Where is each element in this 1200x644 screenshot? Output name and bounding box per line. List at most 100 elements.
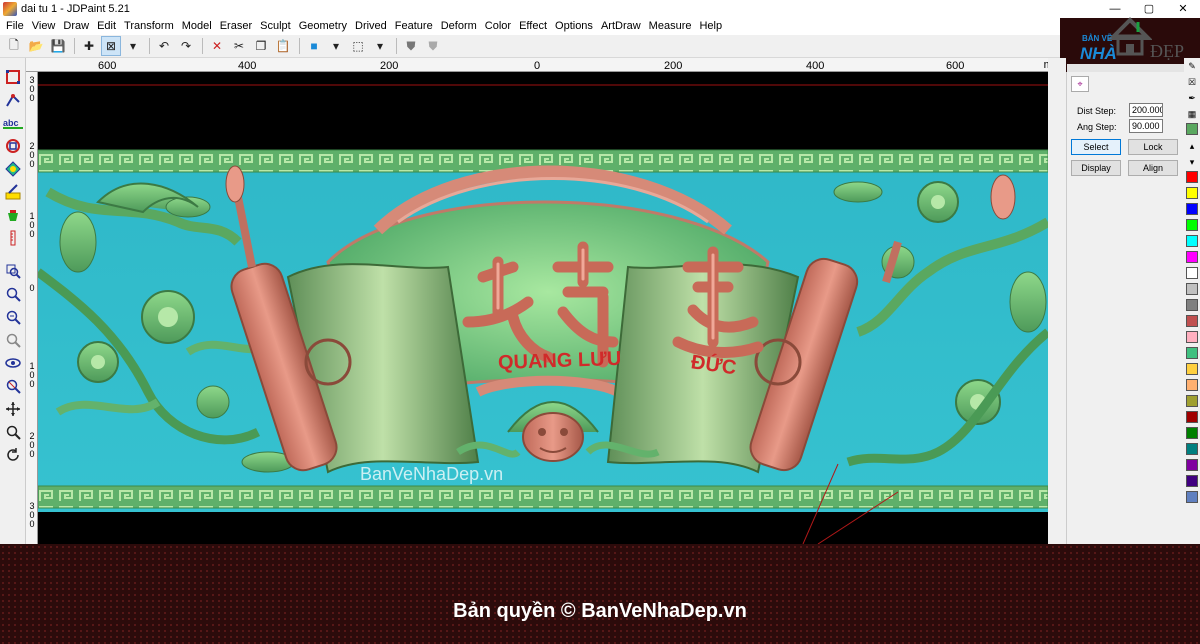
menu-view[interactable]: View xyxy=(29,18,61,35)
menu-drived[interactable]: Drived xyxy=(352,18,392,35)
app-icon xyxy=(3,2,17,16)
zoom-in-icon[interactable] xyxy=(2,283,24,305)
open-folder-icon[interactable]: 📂 xyxy=(26,36,46,56)
dropdown-arrow-icon[interactable]: ▾ xyxy=(370,36,390,56)
color-swatch[interactable] xyxy=(1186,459,1198,471)
zoom-out-icon[interactable] xyxy=(2,306,24,328)
zoom-window-icon[interactable] xyxy=(2,260,24,282)
eyedropper-icon[interactable]: ✒ xyxy=(1185,91,1199,105)
shield-gray-icon[interactable]: ⛊ xyxy=(423,36,443,56)
panel-tab-icon[interactable]: ⌖ xyxy=(1071,76,1089,92)
menu-model[interactable]: Model xyxy=(179,18,217,35)
color-swatch[interactable] xyxy=(1186,331,1198,343)
color-swatch[interactable] xyxy=(1186,379,1198,391)
color-swatch[interactable] xyxy=(1186,219,1198,231)
paint-brush-icon[interactable] xyxy=(2,181,24,203)
color-swatch[interactable] xyxy=(1186,475,1198,487)
pan-icon[interactable] xyxy=(2,398,24,420)
menu-sculpt[interactable]: Sculpt xyxy=(257,18,296,35)
bucket-fill-icon[interactable] xyxy=(2,204,24,226)
color-swatch[interactable] xyxy=(1186,235,1198,247)
menu-options[interactable]: Options xyxy=(552,18,598,35)
menu-draw[interactable]: Draw xyxy=(60,18,94,35)
ruler-tick-label: 400 xyxy=(238,60,257,72)
dropdown-arrow-icon[interactable]: ▾ xyxy=(326,36,346,56)
view-cube-icon[interactable]: ■ xyxy=(304,36,324,56)
ruler-tool-icon[interactable] xyxy=(2,227,24,249)
color-swatch[interactable] xyxy=(1186,299,1198,311)
select-box-icon[interactable]: ⊠ xyxy=(101,36,121,56)
text-tool-icon[interactable]: abc xyxy=(2,112,24,134)
menu-geometry[interactable]: Geometry xyxy=(296,18,352,35)
menu-measure[interactable]: Measure xyxy=(646,18,697,35)
ang-step-input[interactable]: 90.000 xyxy=(1129,119,1163,133)
dist-step-input[interactable]: 200.000 xyxy=(1129,103,1163,117)
toolbar-separator xyxy=(202,38,203,54)
menu-artdraw[interactable]: ArtDraw xyxy=(598,18,646,35)
shield-icon[interactable]: ⛊ xyxy=(401,36,421,56)
color-swatch[interactable] xyxy=(1186,411,1198,423)
current-color-swatch[interactable] xyxy=(1186,123,1198,135)
redo-icon[interactable]: ↷ xyxy=(176,36,196,56)
zoom-fit-icon[interactable] xyxy=(2,329,24,351)
menu-deform[interactable]: Deform xyxy=(438,18,482,35)
menu-edit[interactable]: Edit xyxy=(94,18,121,35)
color-swatch[interactable] xyxy=(1186,267,1198,279)
shape-color-icon[interactable] xyxy=(2,158,24,180)
toolbar-separator xyxy=(299,38,300,54)
delete-icon[interactable]: ✕ xyxy=(207,36,227,56)
color-swatch[interactable] xyxy=(1186,347,1198,359)
ruler-tick-label: 200 xyxy=(664,60,683,72)
select-rect-icon[interactable] xyxy=(2,66,24,88)
main-toolbar: 🗋 📂 💾 ✚ ⊠ ▾ ↶ ↷ ✕ ✂ ❐ 📋 ■ ▾ ⬚ ▾ ⛊ ⛊ xyxy=(0,35,1060,58)
color-swatch[interactable] xyxy=(1186,491,1198,503)
copy-icon[interactable]: ❐ xyxy=(251,36,271,56)
menu-feature[interactable]: Feature xyxy=(392,18,438,35)
dropdown-arrow-icon[interactable]: ▾ xyxy=(123,36,143,56)
menu-transform[interactable]: Transform xyxy=(121,18,179,35)
color-swatch[interactable] xyxy=(1186,187,1198,199)
color-swatch[interactable] xyxy=(1186,251,1198,263)
menu-eraser[interactable]: Eraser xyxy=(217,18,257,35)
paste-icon[interactable]: 📋 xyxy=(273,36,293,56)
zoom-previous-icon[interactable] xyxy=(2,375,24,397)
circle-tool-icon[interactable] xyxy=(2,135,24,157)
color-swatch[interactable] xyxy=(1186,427,1198,439)
cut-icon[interactable]: ✂ xyxy=(229,36,249,56)
menu-effect[interactable]: Effect xyxy=(516,18,552,35)
color-swatch[interactable] xyxy=(1186,443,1198,455)
align-button[interactable]: Align xyxy=(1128,160,1178,176)
menu-file[interactable]: File xyxy=(3,18,29,35)
pencil-icon[interactable]: ✎ xyxy=(1185,59,1199,73)
copyright-text: Bản quyền © BanVeNhaDep.vn xyxy=(453,600,747,622)
view-box-icon[interactable]: ⬚ xyxy=(348,36,368,56)
menu-color[interactable]: Color xyxy=(482,18,516,35)
color-swatch[interactable] xyxy=(1186,171,1198,183)
jdpaint-window: dai tu 1 - JDPaint 5.21 — ▢ ✕ File View Dr… xyxy=(0,0,1200,644)
canvas-viewport[interactable]: QUANG LƯU ĐỨC BanVeNhaDep.vn xyxy=(38,72,1048,544)
artwork-text-line1: QUANG LƯU xyxy=(498,348,622,374)
pattern-icon[interactable]: ▦ xyxy=(1185,107,1199,121)
save-icon[interactable]: 💾 xyxy=(48,36,68,56)
color-swatch[interactable] xyxy=(1186,395,1198,407)
node-edit-icon[interactable] xyxy=(2,89,24,111)
display-button[interactable]: Display xyxy=(1071,160,1121,176)
scroll-down-icon[interactable]: ▾ xyxy=(1185,155,1199,169)
lock-button[interactable]: Lock xyxy=(1128,139,1178,155)
view-eye-icon[interactable] xyxy=(2,352,24,374)
undo-icon[interactable]: ↶ xyxy=(154,36,174,56)
crosshair-icon[interactable]: ✚ xyxy=(79,36,99,56)
select-button[interactable]: Select xyxy=(1071,139,1121,155)
new-file-icon[interactable]: 🗋 xyxy=(4,36,24,56)
color-swatch[interactable] xyxy=(1186,363,1198,375)
color-swatch[interactable] xyxy=(1186,315,1198,327)
no-color-icon[interactable]: ☒ xyxy=(1185,75,1199,89)
rotate-icon[interactable] xyxy=(2,444,24,466)
color-swatch[interactable] xyxy=(1186,203,1198,215)
color-swatch[interactable] xyxy=(1186,283,1198,295)
scroll-up-icon[interactable]: ▴ xyxy=(1185,139,1199,153)
zoom-realtime-icon[interactable] xyxy=(2,421,24,443)
ruler-tick-label: 0 xyxy=(534,60,541,72)
ang-step-label: Ang Step: xyxy=(1077,122,1117,132)
menu-help[interactable]: Help xyxy=(696,18,727,35)
